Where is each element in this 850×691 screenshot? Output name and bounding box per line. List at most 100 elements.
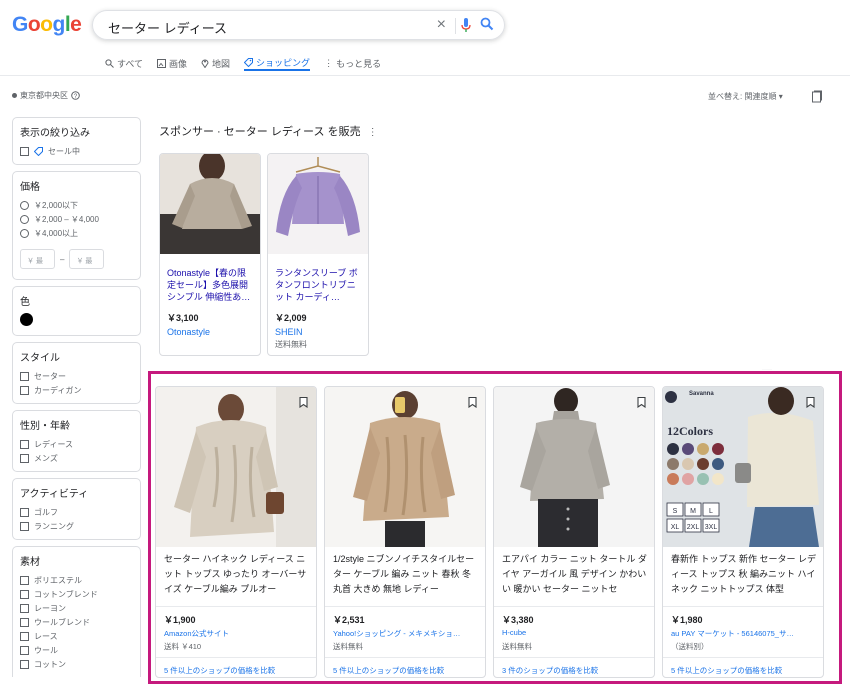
filter-option[interactable]: ランニング bbox=[20, 519, 133, 533]
product-image[interactable] bbox=[494, 387, 654, 547]
checkbox[interactable] bbox=[20, 453, 29, 463]
filter-option[interactable]: ゴルフ bbox=[20, 505, 133, 519]
shop-name[interactable]: Otonastyle bbox=[160, 324, 260, 337]
filter-label: ウールブレンド bbox=[34, 617, 90, 627]
microphone-icon[interactable] bbox=[461, 18, 471, 38]
sponsored-heading: スポンサー · セーター レディース を販売 ⋮ bbox=[159, 123, 378, 139]
filter-label: ポリエステル bbox=[34, 575, 82, 585]
help-icon[interactable]: ? bbox=[71, 91, 80, 100]
filter-option[interactable]: セーター bbox=[20, 369, 133, 383]
radio[interactable] bbox=[20, 214, 29, 224]
header: Google セーター レディース × すべて 画像 地図 ショッピング ⋮ も… bbox=[0, 0, 850, 76]
color-swatch-black[interactable] bbox=[20, 313, 33, 326]
location[interactable]: 東京都中央区 ? bbox=[12, 90, 80, 101]
price-option[interactable]: ￥2,000以下 bbox=[20, 198, 133, 212]
shop-name[interactable]: au PAY マーケット - 56146075_サ… bbox=[671, 628, 819, 639]
shipping-info: 送料無料 bbox=[502, 642, 532, 651]
radio[interactable] bbox=[20, 200, 29, 210]
compare-prices-link[interactable]: 5 件以上のショップの価格を比較 bbox=[671, 665, 782, 676]
bookmark-icon[interactable] bbox=[299, 395, 308, 413]
filter-option[interactable]: ポリエステル bbox=[20, 573, 133, 587]
color-swatch bbox=[667, 443, 679, 455]
filter-option[interactable]: メンズ bbox=[20, 451, 133, 465]
checkbox[interactable] bbox=[20, 645, 29, 655]
filter-option[interactable]: ウールブレンド bbox=[20, 615, 133, 629]
shop-name[interactable]: Amazon公式サイト bbox=[164, 628, 312, 639]
price-option[interactable]: ￥2,000 – ￥4,000 bbox=[20, 212, 133, 226]
search-box[interactable]: セーター レディース × bbox=[92, 10, 505, 40]
sponsored-card[interactable]: Otonastyle【春の限定セール】多色展開 シンプル 伸縮性あ… ￥3,10… bbox=[159, 153, 261, 356]
checkbox[interactable] bbox=[20, 521, 29, 531]
search-icon bbox=[105, 58, 114, 68]
compare-prices-link[interactable]: 3 件のショップの価格を比較 bbox=[502, 665, 598, 676]
filter-sale[interactable]: セール中 bbox=[20, 144, 133, 158]
product-name[interactable]: ランタンスリーブ ボタンフロントリブニット カーディ… bbox=[268, 259, 368, 309]
product-card[interactable]: エアパイ カラー ニット タートル ダイヤ アーガイル 風 デザイン かわいい … bbox=[493, 386, 655, 678]
product-title[interactable]: 春新作 トップス 新作 セーター レディース トップス 秋 編みニット ハイネッ… bbox=[671, 552, 819, 597]
tab-shopping[interactable]: ショッピング bbox=[244, 55, 311, 71]
product-image[interactable] bbox=[156, 387, 316, 547]
product-image[interactable] bbox=[268, 154, 368, 254]
filter-label: セーター bbox=[34, 371, 66, 381]
filter-option[interactable]: ウール bbox=[20, 643, 133, 657]
product-image[interactable]: Savanna 12Colors S M L XL 2XL 3XL bbox=[663, 387, 823, 547]
google-logo[interactable]: Google bbox=[12, 13, 82, 37]
sort-menu[interactable]: 並べ替え: 関連度順 ▾ bbox=[708, 91, 783, 102]
product-price: ￥2,009 bbox=[275, 313, 307, 323]
max-price-input[interactable]: ￥ 最 bbox=[69, 249, 105, 269]
checkbox[interactable] bbox=[20, 507, 29, 517]
tag-icon bbox=[244, 57, 254, 67]
product-card[interactable]: Savanna 12Colors S M L XL 2XL 3XL 春新作 トップス 新作… bbox=[662, 386, 824, 678]
checkbox[interactable] bbox=[20, 439, 29, 449]
shop-name[interactable]: Yahoo!ショッピング - メキメキショ… bbox=[333, 628, 481, 639]
checkbox[interactable] bbox=[20, 659, 29, 669]
checkbox[interactable] bbox=[20, 575, 29, 585]
filter-option[interactable]: レディース bbox=[20, 437, 133, 451]
price-option[interactable]: ￥4,000以上 bbox=[20, 226, 133, 240]
svg-text:XL: XL bbox=[671, 524, 680, 531]
product-price: ￥1,980 bbox=[671, 615, 703, 625]
search-icon[interactable] bbox=[480, 17, 494, 36]
checkbox[interactable] bbox=[20, 146, 29, 156]
product-title[interactable]: 1/2style ニブンノイチスタイルセーター ケーブル 編み ニット 春秋 冬… bbox=[333, 552, 481, 597]
saved-items-icon[interactable] bbox=[812, 90, 823, 108]
filter-option[interactable]: カーディガン bbox=[20, 383, 133, 397]
min-price-input[interactable]: ￥ 最 bbox=[20, 249, 55, 269]
tab-all[interactable]: すべて bbox=[105, 55, 143, 71]
search-input[interactable]: セーター レディース bbox=[108, 18, 227, 37]
shop-name[interactable]: H-cube bbox=[502, 628, 650, 637]
product-image[interactable] bbox=[325, 387, 485, 547]
product-card[interactable]: セーター ハイネック レディース ニット トップス ゆったり オーバーサイズ ケ… bbox=[155, 386, 317, 678]
bookmark-icon[interactable] bbox=[806, 395, 815, 413]
product-title[interactable]: セーター ハイネック レディース ニット トップス ゆったり オーバーサイズ ケ… bbox=[164, 552, 312, 597]
checkbox[interactable] bbox=[20, 589, 29, 599]
product-name[interactable]: Otonastyle【春の限定セール】多色展開 シンプル 伸縮性あ… bbox=[160, 259, 260, 309]
more-vert-icon[interactable]: ⋮ bbox=[368, 127, 378, 138]
shop-name[interactable]: SHEIN bbox=[268, 324, 368, 337]
product-image[interactable] bbox=[160, 154, 260, 254]
checkbox[interactable] bbox=[20, 603, 29, 613]
shipping-info: 送料無料 bbox=[333, 642, 363, 651]
clear-icon[interactable]: × bbox=[437, 16, 446, 34]
bookmark-icon[interactable] bbox=[637, 395, 646, 413]
filter-label: ランニング bbox=[34, 521, 74, 531]
filter-option[interactable]: コットン bbox=[20, 657, 133, 671]
filter-option[interactable]: コットンブレンド bbox=[20, 587, 133, 601]
compare-prices-link[interactable]: 5 件以上のショップの価格を比較 bbox=[333, 665, 444, 676]
product-title[interactable]: エアパイ カラー ニット タートル ダイヤ アーガイル 風 デザイン かわいい … bbox=[502, 552, 650, 597]
product-card[interactable]: 1/2style ニブンノイチスタイルセーター ケーブル 編み ニット 春秋 冬… bbox=[324, 386, 486, 678]
checkbox[interactable] bbox=[20, 631, 29, 641]
checkbox[interactable] bbox=[20, 617, 29, 627]
sponsored-card[interactable]: ランタンスリーブ ボタンフロントリブニット カーディ… ￥2,009 SHEIN… bbox=[267, 153, 369, 356]
filter-option[interactable]: レーヨン bbox=[20, 601, 133, 615]
checkbox[interactable] bbox=[20, 385, 29, 395]
radio[interactable] bbox=[20, 228, 29, 238]
checkbox[interactable] bbox=[20, 371, 29, 381]
compare-prices-link[interactable]: 5 件以上のショップの価格を比較 bbox=[164, 665, 275, 676]
size-label: M bbox=[684, 502, 702, 517]
filter-option[interactable]: レース bbox=[20, 629, 133, 643]
bookmark-icon[interactable] bbox=[468, 395, 477, 413]
tab-more[interactable]: ⋮ もっと見る bbox=[324, 55, 381, 71]
tab-maps[interactable]: 地図 bbox=[201, 55, 230, 71]
tab-images[interactable]: 画像 bbox=[157, 55, 187, 71]
